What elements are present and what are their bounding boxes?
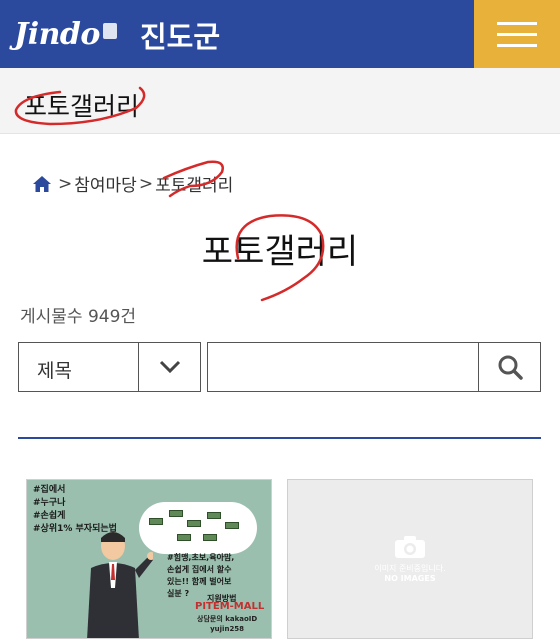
search-field-value: 제목	[37, 360, 72, 382]
money-icon	[169, 510, 183, 517]
site-header: Jindo 진도군	[0, 0, 560, 68]
money-icon	[203, 534, 217, 541]
home-icon[interactable]	[32, 174, 52, 194]
hamburger-menu-button[interactable]	[474, 0, 560, 68]
page-title: 포토갤러리	[201, 232, 359, 272]
search-input[interactable]	[207, 342, 479, 392]
search-field-select[interactable]: 제목	[18, 342, 201, 392]
no-image-text: 이미지 준비중입니다.	[374, 564, 446, 573]
section-title-bar: 포토갤러리	[0, 68, 560, 134]
section-divider	[18, 437, 541, 439]
thumbnail-contact: 상담문의 kakaoID yujin258	[197, 615, 258, 633]
money-icon	[149, 518, 163, 525]
breadcrumb-separator: >	[138, 173, 154, 194]
hamburger-menu-icon	[497, 21, 537, 25]
money-icon	[187, 520, 201, 527]
money-icon	[207, 512, 221, 519]
thumbnail-brand: PITEM-MALL	[195, 601, 265, 612]
county-name[interactable]: 진도군	[140, 14, 220, 56]
breadcrumb-item-participation[interactable]: 참여마당	[74, 171, 137, 196]
jindo-logo[interactable]: Jindo	[14, 12, 117, 56]
chevron-down-icon[interactable]	[138, 343, 200, 391]
money-icon	[225, 522, 239, 529]
camera-icon	[395, 536, 425, 558]
search-button[interactable]	[478, 342, 541, 392]
section-title: 포토갤러리	[24, 92, 140, 121]
search-icon	[498, 355, 523, 380]
no-image-placeholder: 이미지 준비중입니다. NO IMAGES	[288, 480, 532, 638]
gallery-item[interactable]: #집에서 #누구나 #손쉽게 #상위1% 부자되는법 #힘맹,초보,육아맘, 손…	[26, 479, 272, 639]
logo-text: Jindo	[14, 16, 100, 52]
gallery-item[interactable]: 이미지 준비중입니다. NO IMAGES	[287, 479, 533, 639]
search-bar: 제목	[18, 342, 541, 392]
post-count: 게시물수 949건	[20, 307, 137, 327]
money-icon	[177, 534, 191, 541]
breadcrumb: > 참여마당 > 포토갤러리	[32, 171, 233, 196]
businessman-illustration	[87, 532, 153, 638]
thought-cloud-image	[139, 502, 257, 554]
breadcrumb-separator: >	[58, 173, 73, 194]
no-image-text-en: NO IMAGES	[384, 574, 436, 583]
breadcrumb-item-photo-gallery[interactable]: 포토갤러리	[155, 171, 233, 196]
logo-mark-icon	[102, 23, 117, 39]
thumbnail-caption-left: #집에서 #누구나 #손쉽게 #상위1% 부자되는법	[33, 485, 117, 534]
